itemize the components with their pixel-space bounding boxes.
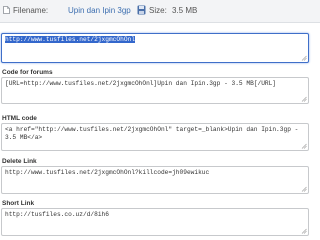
- html-code-label: HTML code: [2, 115, 37, 122]
- file-info-bar: Filename: Upin dan Ipin 3gp Size: 3.5 MB: [0, 0, 320, 23]
- html-code-textarea[interactable]: <a href="http://www.tusfiles.net/2jxgmcO…: [1, 123, 309, 151]
- file-icon: [3, 6, 10, 14]
- resize-grip-icon[interactable]: [301, 143, 307, 149]
- forum-code-textarea[interactable]: [URL=http://www.tusfiles.net/2jxgmcOhOnl…: [1, 77, 309, 104]
- delete-link-label: Delete Link: [2, 158, 37, 165]
- forum-code-text: [URL=http://www.tusfiles.net/2jxgmcOhOnl…: [5, 80, 277, 87]
- html-code-text: <a href="http://www.tusfiles.net/2jxgmcO…: [5, 126, 303, 141]
- filename-label: Filename:: [13, 6, 49, 15]
- short-link-text: http://tusfiles.co.uz/d/8ih6: [5, 211, 109, 218]
- direct-link-text: http://www.tusfiles.net/2jxgmcOhOnl: [5, 36, 135, 43]
- filename-value[interactable]: Upin dan Ipin 3gp: [68, 6, 131, 15]
- resize-grip-icon[interactable]: [301, 55, 307, 61]
- size-label: Size:: [149, 6, 167, 15]
- direct-link-textarea[interactable]: http://www.tusfiles.net/2jxgmcOhOnl: [1, 33, 309, 63]
- resize-grip-icon[interactable]: [301, 96, 307, 102]
- size-value: 3.5 MB: [172, 6, 198, 15]
- short-link-label: Short Link: [2, 200, 35, 207]
- delete-link-textarea[interactable]: http://www.tusfiles.net/2jxgmcOhOnl?kill…: [1, 166, 309, 194]
- save-disk-icon: [137, 5, 146, 15]
- forum-code-label: Code for forums: [2, 69, 53, 76]
- resize-grip-icon[interactable]: [301, 228, 307, 234]
- short-link-textarea[interactable]: http://tusfiles.co.uz/d/8ih6: [1, 208, 309, 236]
- delete-link-text: http://www.tusfiles.net/2jxgmcOhOnl?kill…: [5, 169, 210, 176]
- resize-grip-icon[interactable]: [301, 186, 307, 192]
